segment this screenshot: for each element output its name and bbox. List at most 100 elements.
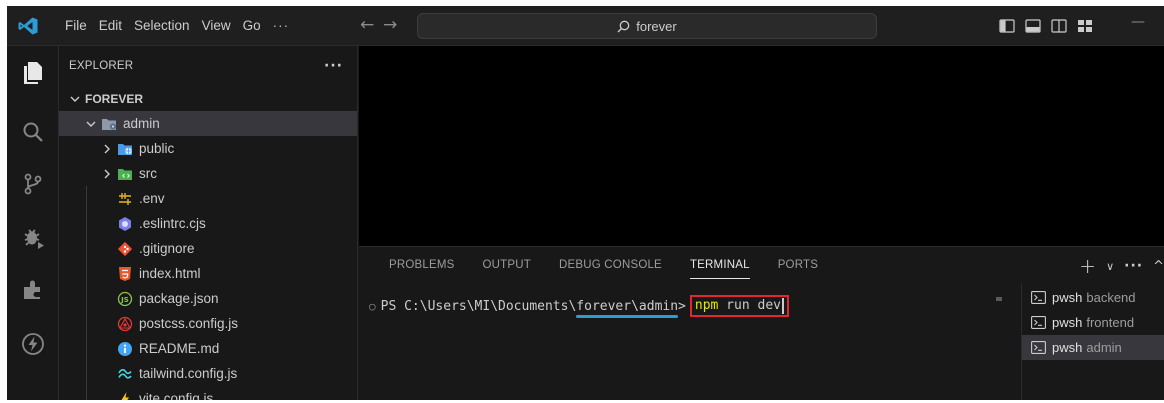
back-arrow-icon[interactable]: ← [360, 15, 374, 35]
tree-root-label: FOREVER [85, 91, 144, 106]
tree-item-public[interactable]: public [59, 136, 357, 161]
activity-bar [7, 46, 59, 400]
chevron-up-icon[interactable]: ^ [1153, 259, 1164, 274]
terminal-list: pwsh backend pwsh frontend pwsh admin [1021, 283, 1164, 400]
tab-terminal[interactable]: TERMINAL [676, 247, 764, 283]
command-args: run dev [718, 298, 781, 313]
tab-problems[interactable]: PROBLEMS [379, 247, 469, 283]
tree-item-index-html[interactable]: index.html [59, 261, 357, 286]
command-center-search[interactable]: forever [417, 13, 877, 39]
tab-ports[interactable]: PORTS [764, 247, 832, 283]
editor-area[interactable] [359, 46, 1164, 246]
tree-item-label: public [139, 141, 175, 156]
path-underline-annotation [576, 315, 678, 318]
env-icon [117, 191, 133, 207]
panel-more-icon[interactable]: ··· [1124, 258, 1143, 274]
file-tree: FOREVER admin public src .env .eslintrc.… [59, 86, 357, 400]
toggle-primary-sidebar-icon[interactable] [997, 16, 1017, 36]
tree-item-label: .eslintrc.cjs [139, 216, 206, 231]
explorer-header: EXPLORER ··· [59, 46, 357, 86]
forward-arrow-icon[interactable]: → [383, 15, 397, 35]
tree-item-readme[interactable]: README.md [59, 336, 357, 361]
prompt-highlighted-path: forever\admin [576, 298, 679, 314]
tree-item-postcss-config[interactable]: postcss.config.js [59, 311, 357, 336]
tree-item-vite-config[interactable]: vite.config.js [59, 386, 357, 400]
tree-item-gitignore[interactable]: .gitignore [59, 236, 357, 261]
search-icon [617, 20, 630, 32]
tree-item-label: vite.config.js [139, 391, 214, 400]
tree-item-label: index.html [139, 266, 201, 281]
bottom-panel: PROBLEMS OUTPUT DEBUG CONSOLE TERMINAL P… [359, 246, 1164, 400]
source-control-icon[interactable] [20, 171, 46, 197]
indent-guide [86, 186, 87, 400]
command-npm: npm [694, 298, 719, 313]
toggle-secondary-sidebar-icon[interactable] [1049, 16, 1069, 36]
vite-icon [117, 391, 133, 400]
git-icon [117, 241, 133, 257]
prompt-suffix: > [678, 298, 686, 314]
terminal-item-backend[interactable]: pwsh backend [1022, 285, 1164, 310]
search-icon[interactable] [20, 119, 46, 145]
title-bar: File Edit Selection View Go ··· ← → fore… [7, 6, 1164, 46]
customize-layout-icon[interactable] [1075, 16, 1095, 36]
new-terminal-plus-icon[interactable]: + [1079, 254, 1096, 278]
panel-tabs: PROBLEMS OUTPUT DEBUG CONSOLE TERMINAL P… [379, 247, 832, 283]
chevron-down-icon [67, 91, 83, 107]
vscode-logo-icon[interactable] [18, 17, 38, 35]
explorer-title: EXPLORER [69, 60, 134, 72]
chevron-down-icon[interactable]: ∨ [1106, 260, 1114, 273]
tree-item-label: src [139, 166, 157, 181]
tree-item-label: tailwind.config.js [139, 366, 238, 381]
chevron-down-icon [83, 116, 99, 132]
terminal-cursor [781, 297, 784, 314]
tree-item-env[interactable]: .env [59, 186, 357, 211]
terminal-line[interactable]: ○ PS C:\Users\MI\Documents\ forever\admin >… [369, 294, 789, 318]
tree-item-label: postcss.config.js [139, 316, 239, 331]
tree-item-eslintrc[interactable]: .eslintrc.cjs [59, 211, 357, 236]
tab-debug-console[interactable]: DEBUG CONSOLE [545, 247, 676, 283]
tree-item-src[interactable]: src [59, 161, 357, 186]
terminal-icon [1030, 291, 1046, 305]
menu-edit[interactable]: Edit [93, 14, 128, 38]
terminal-item-admin[interactable]: pwsh admin [1022, 335, 1164, 360]
folder-globe-icon [117, 141, 133, 157]
info-icon [117, 341, 133, 357]
menu-bar: File Edit Selection View Go ··· [59, 6, 295, 46]
panel-actions: + ∨ ··· ^ [1079, 254, 1164, 278]
chevron-right-icon [99, 141, 115, 157]
postcss-icon [117, 316, 133, 332]
terminal-label: admin [1086, 340, 1122, 355]
tree-item-package-json[interactable]: JS package.json [59, 286, 357, 311]
explorer-more-actions[interactable]: ··· [324, 58, 343, 74]
terminal-label: backend [1086, 290, 1136, 305]
extensions-icon[interactable] [20, 277, 46, 303]
tree-item-admin[interactable]: admin [59, 111, 357, 136]
terminal-label: frontend [1086, 315, 1135, 330]
run-and-debug-icon[interactable] [20, 224, 46, 250]
terminal-icon [1030, 316, 1046, 330]
terminal-name: pwsh [1052, 315, 1083, 330]
svg-text:JS: JS [120, 296, 129, 304]
terminal-name: pwsh [1052, 290, 1083, 305]
menu-selection[interactable]: Selection [128, 14, 196, 38]
tab-output[interactable]: OUTPUT [469, 247, 545, 283]
scrollbar-marker [996, 297, 1002, 301]
terminal-item-frontend[interactable]: pwsh frontend [1022, 310, 1164, 335]
thunder-client-icon[interactable] [20, 331, 46, 357]
terminal-icon [1030, 341, 1046, 355]
tree-item-label: .gitignore [139, 241, 195, 256]
tree-item-tailwind-config[interactable]: tailwind.config.js [59, 361, 357, 386]
toggle-panel-icon[interactable] [1023, 16, 1043, 36]
tree-item-label: package.json [139, 291, 219, 306]
menu-go[interactable]: Go [237, 14, 267, 38]
menu-file[interactable]: File [59, 14, 93, 38]
tree-item-label: .env [139, 191, 165, 206]
minimize-icon[interactable]: — [1131, 14, 1145, 30]
chevron-right-icon [99, 166, 115, 182]
explorer-sidebar: EXPLORER ··· FOREVER admin public src .e… [59, 46, 358, 400]
explorer-files-icon[interactable] [20, 60, 46, 86]
menu-more[interactable]: ··· [267, 14, 296, 38]
folder-gear-icon [101, 116, 117, 132]
tree-root-forever[interactable]: FOREVER [59, 86, 357, 111]
menu-view[interactable]: View [196, 14, 237, 38]
